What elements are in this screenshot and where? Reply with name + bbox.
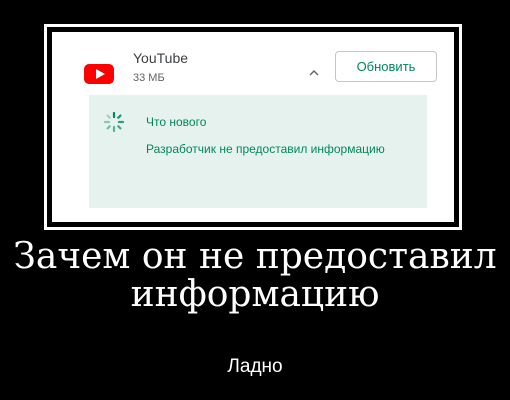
app-update-card: YouTube 33 МБ Обновить Что нового Разраб… [52, 32, 454, 222]
chevron-up-icon[interactable] [307, 68, 321, 78]
youtube-logo-icon [80, 54, 118, 92]
update-button[interactable]: Обновить [335, 51, 437, 82]
app-size: 33 МБ [133, 72, 165, 84]
whats-new-text: Разработчик не предоставил информацию [146, 142, 385, 156]
caption-subtitle: Ладно [227, 356, 283, 377]
loading-spinner-icon [103, 111, 125, 133]
demotivator-frame: YouTube 33 МБ Обновить Что нового Разраб… [44, 24, 462, 230]
whats-new-title: Что нового [146, 115, 207, 129]
app-name: YouTube [133, 50, 189, 66]
caption-title: Зачем он не предоставил информацию [13, 236, 497, 315]
whats-new-panel: Что нового Разработчик не предоставил ин… [89, 95, 427, 208]
